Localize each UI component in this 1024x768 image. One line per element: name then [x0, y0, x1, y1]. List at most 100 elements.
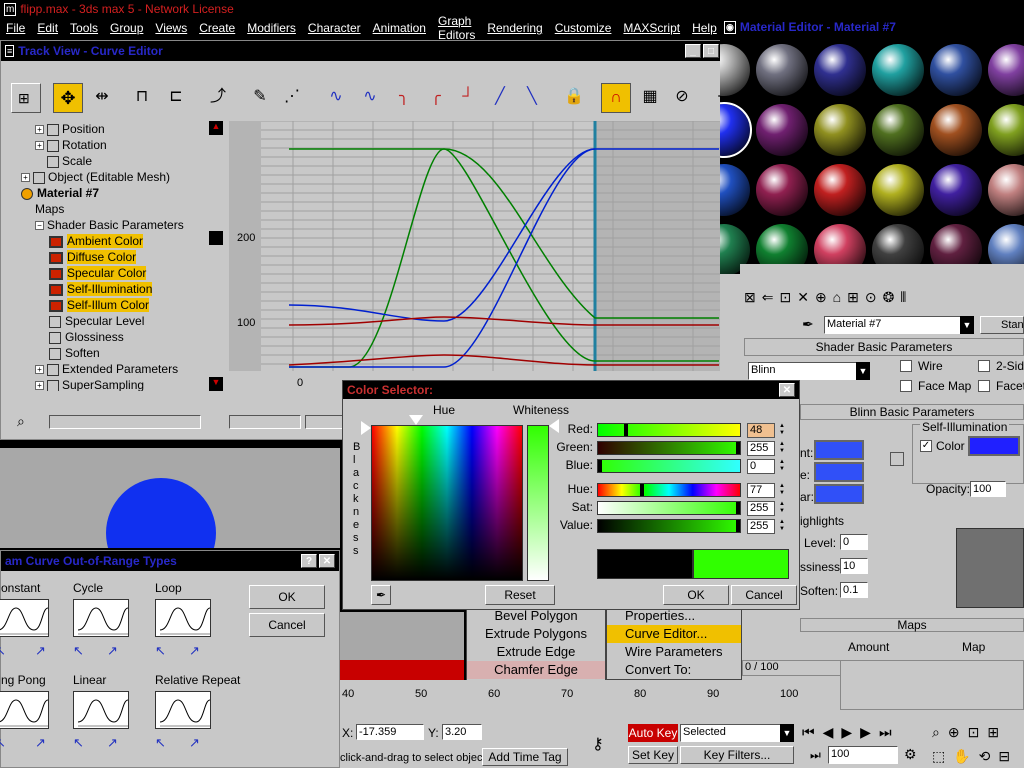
tangent-smooth-button[interactable]: ╲: [517, 83, 547, 113]
move-horizontal-button[interactable]: ⇹: [87, 83, 117, 113]
oor-in-icon[interactable]: ↖: [73, 643, 84, 659]
material-sample-slot[interactable]: [756, 44, 808, 96]
oor-in-icon[interactable]: ↖: [73, 735, 84, 751]
standard-button[interactable]: Stan: [980, 316, 1024, 334]
oor-out-icon[interactable]: ↗: [107, 643, 118, 659]
menu-group[interactable]: Group: [110, 21, 143, 35]
oor-type-button[interactable]: [155, 691, 211, 729]
selected-dropdown[interactable]: Selected: [680, 724, 784, 742]
draw-curves-button[interactable]: ✎: [245, 83, 275, 113]
collapse-icon[interactable]: −: [35, 221, 44, 231]
next-frame-icon[interactable]: ▶: [860, 724, 871, 741]
track-bar[interactable]: 40 50 60 70 80 90 100: [340, 680, 840, 710]
channel-slider[interactable]: [597, 483, 741, 497]
prev-frame-icon[interactable]: ◀: [823, 724, 834, 741]
menu-edit[interactable]: Edit: [37, 21, 58, 35]
spinner-icon[interactable]: ▲ ▼: [777, 423, 787, 438]
filters-button[interactable]: ⊞: [11, 83, 41, 113]
tree-item[interactable]: + Extended Parameters: [35, 361, 178, 377]
put-to-scene-icon[interactable]: ⇐: [762, 289, 774, 306]
self-illum-color-checkbox[interactable]: ✓: [920, 440, 932, 452]
parameter-curve-button[interactable]: ▦: [635, 83, 665, 113]
region-zoom-icon[interactable]: ⬚: [932, 748, 945, 765]
pan-icon[interactable]: ✋: [953, 748, 970, 765]
spec-level-field[interactable]: 0: [840, 534, 868, 550]
go-end-icon[interactable]: ⏭: [879, 724, 892, 741]
tree-item[interactable]: + Position: [35, 121, 105, 137]
channel-slider[interactable]: [597, 441, 741, 455]
material-sample-slot[interactable]: [930, 164, 982, 216]
menu-views[interactable]: Views: [155, 21, 187, 35]
viewport-top[interactable]: [0, 448, 340, 548]
add-time-tag-button[interactable]: Add Time Tag: [482, 748, 568, 766]
blinn-section-header[interactable]: Blinn Basic Parameters: [800, 404, 1024, 420]
material-sample-slot[interactable]: [872, 104, 924, 156]
material-sample-slot[interactable]: [988, 164, 1024, 216]
quad-menu-item[interactable]: Convert To:: [607, 661, 741, 679]
spinner-icon[interactable]: ▲ ▼: [777, 459, 787, 474]
curve-graph[interactable]: 200 100 0 0: [229, 121, 727, 393]
color-cancel-button[interactable]: Cancel: [731, 585, 797, 605]
spinner-icon[interactable]: ▲ ▼: [777, 519, 787, 534]
add-keys-button[interactable]: ⤴: [203, 83, 233, 113]
go-parent-icon[interactable]: ⫴: [900, 289, 906, 306]
oor-type-button[interactable]: [73, 599, 129, 637]
sample-slots[interactable]: [720, 38, 1024, 274]
tangent-step-button[interactable]: ┘: [453, 83, 483, 113]
x-coord-field[interactable]: -17.359: [356, 724, 424, 740]
two-sided-checkbox[interactable]: [978, 360, 990, 372]
tree-item[interactable]: + Rotation: [35, 137, 107, 153]
color-selector-close-icon[interactable]: ✕: [779, 383, 795, 397]
menu-file[interactable]: File: [6, 21, 25, 35]
tangent-fast-button[interactable]: ╮: [389, 83, 419, 113]
reset-button[interactable]: Reset: [485, 585, 555, 605]
play-icon[interactable]: ▶: [841, 724, 852, 741]
tangent-slow-button[interactable]: ╭: [421, 83, 451, 113]
maps-section-header[interactable]: Maps: [800, 618, 1024, 632]
tree-item[interactable]: Specular Color: [49, 265, 147, 281]
expand-icon[interactable]: +: [21, 173, 30, 183]
menu-character[interactable]: Character: [308, 21, 361, 35]
oor-out-icon[interactable]: ↗: [189, 643, 200, 659]
oor-cancel-button[interactable]: Cancel: [249, 613, 325, 637]
zoom-key-icon[interactable]: ⌕: [17, 413, 25, 430]
tree-item[interactable]: Soften: [49, 345, 100, 361]
auto-key-button[interactable]: Auto Key: [628, 724, 678, 742]
diffuse-color-swatch[interactable]: [814, 462, 864, 482]
opacity-field[interactable]: 100: [970, 481, 1006, 497]
tree-item[interactable]: Maps: [35, 201, 64, 217]
move-keys-button[interactable]: ✥: [53, 83, 83, 113]
oor-in-icon[interactable]: ↖: [155, 643, 166, 659]
tree-item[interactable]: + Object (Editable Mesh): [21, 169, 170, 185]
key-mode-icon[interactable]: ⏭: [810, 748, 821, 763]
zoom-extents-icon[interactable]: ⊡: [968, 724, 980, 741]
zoom-extents-all-icon[interactable]: ⊞: [987, 724, 999, 741]
tree-item[interactable]: Material #7: [21, 185, 99, 201]
oor-in-icon[interactable]: ↖: [155, 735, 166, 751]
material-sample-slot[interactable]: [814, 104, 866, 156]
channel-value-field[interactable]: 77: [747, 483, 775, 498]
slots-scrollbar[interactable]: [740, 264, 1024, 276]
expand-icon[interactable]: +: [35, 365, 44, 375]
show-map-icon[interactable]: ⊙: [865, 289, 877, 306]
channel-slider-thumb[interactable]: [736, 502, 740, 514]
eyedropper-icon[interactable]: ✒: [802, 316, 814, 333]
expand-icon[interactable]: +: [35, 125, 44, 135]
oor-type-button[interactable]: [73, 691, 129, 729]
oor-type-button[interactable]: [0, 599, 49, 637]
menu-modifiers[interactable]: Modifiers: [247, 21, 296, 35]
spinner-icon[interactable]: ▲ ▼: [777, 441, 787, 456]
material-name-field[interactable]: Material #7: [824, 316, 964, 334]
minimize-icon[interactable]: _: [685, 44, 701, 58]
quad-menu-item[interactable]: Wire Parameters: [607, 643, 741, 661]
time-config-icon[interactable]: ⚙: [904, 746, 917, 763]
shader-section-header[interactable]: Shader Basic Parameters: [744, 338, 1024, 356]
spinner-icon[interactable]: ▲ ▼: [777, 483, 787, 498]
oor-ok-button[interactable]: OK: [249, 585, 325, 609]
quad-menu-item[interactable]: Extrude Edge: [467, 643, 605, 661]
material-sample-slot[interactable]: [872, 164, 924, 216]
tree-item[interactable]: + SuperSampling: [35, 377, 144, 391]
hue-blackness-box[interactable]: [371, 425, 523, 581]
tree-item[interactable]: Self-Illumination: [49, 281, 153, 297]
channel-slider[interactable]: [597, 423, 741, 437]
